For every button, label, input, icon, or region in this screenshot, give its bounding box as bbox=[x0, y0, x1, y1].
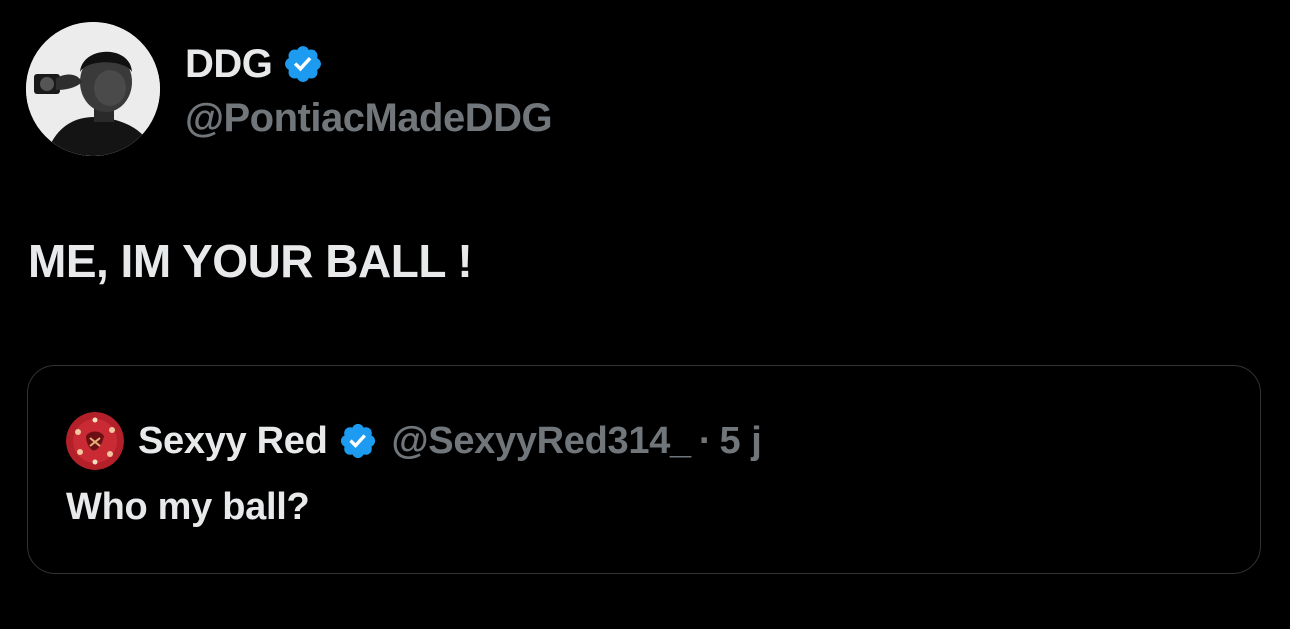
quoted-tweet-header: Sexyy Red @SexyyRed314_ · 5 j bbox=[66, 411, 762, 471]
quoted-author-avatar[interactable] bbox=[66, 412, 124, 470]
quoted-tweet-text: Who my ball? bbox=[66, 486, 310, 528]
profile-photo-icon bbox=[66, 412, 124, 470]
author-block: DDG @PontiacMadeDDG bbox=[185, 38, 553, 141]
author-handle[interactable]: @PontiacMadeDDG bbox=[185, 96, 553, 141]
quoted-tweet-card[interactable]: Sexyy Red @SexyyRed314_ · 5 j Who my bal… bbox=[27, 365, 1261, 574]
verified-badge-icon bbox=[285, 46, 322, 82]
quoted-tweet-timestamp[interactable]: 5 j bbox=[720, 420, 762, 463]
quoted-author-display-name[interactable]: Sexyy Red bbox=[138, 420, 328, 463]
timestamp-separator: · bbox=[698, 419, 712, 462]
author-display-name[interactable]: DDG bbox=[185, 42, 273, 87]
tweet[interactable]: DDG @PontiacMadeDDG ME, IM YOUR BALL ! S… bbox=[0, 0, 1290, 629]
author-name-row: DDG bbox=[185, 38, 552, 90]
profile-photo-icon bbox=[26, 22, 160, 156]
quoted-author-handle[interactable]: @SexyyRed314_ bbox=[392, 420, 692, 463]
tweet-text: ME, IM YOUR BALL ! bbox=[28, 235, 473, 287]
author-avatar[interactable] bbox=[26, 22, 160, 156]
verified-badge-icon bbox=[340, 423, 375, 459]
